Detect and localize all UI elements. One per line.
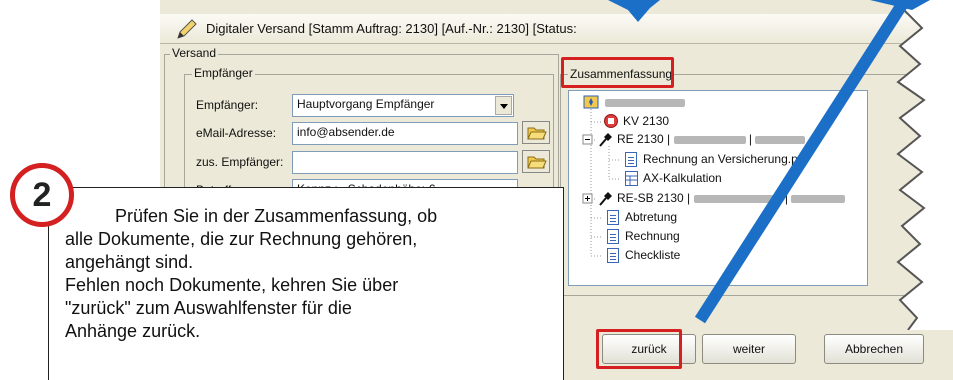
instruction-callout: Prüfen Sie in der Zusammenfassung, ob al… xyxy=(48,187,564,380)
arrow-down-icon xyxy=(608,0,660,22)
callout-line: alle Dokumente, die zur Rechnung gehören… xyxy=(65,229,418,249)
callout-line: angehängt sind. xyxy=(65,252,194,272)
callout-line: Fehlen noch Dokumente, kehren Sie über xyxy=(65,275,399,295)
callout-line: "zurück" zum Auswahlfenster für die xyxy=(65,298,352,318)
arrow-long-icon xyxy=(694,0,911,324)
callout-line: Prüfen Sie in der Zusammenfassung, ob xyxy=(115,206,438,226)
step-badge: 2 xyxy=(10,163,74,227)
callout-text: Prüfen Sie in der Zusammenfassung, ob al… xyxy=(65,205,565,343)
callout-line: Anhänge zurück. xyxy=(65,321,201,341)
